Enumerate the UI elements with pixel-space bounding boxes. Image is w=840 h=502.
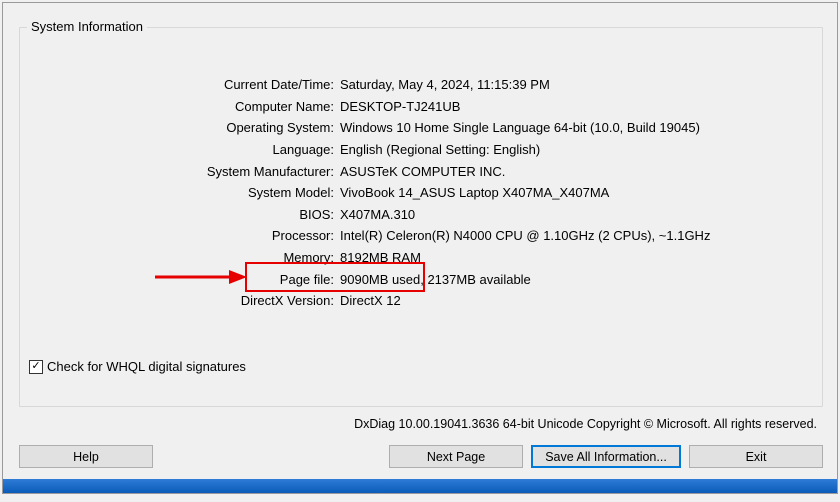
- info-value: English (Regional Setting: English): [340, 142, 540, 157]
- info-label: Memory:: [44, 250, 340, 265]
- info-row: Operating System:Windows 10 Home Single …: [44, 117, 808, 139]
- info-value: VivoBook 14_ASUS Laptop X407MA_X407MA: [340, 185, 609, 200]
- info-row: System Model:VivoBook 14_ASUS Laptop X40…: [44, 182, 808, 204]
- help-button[interactable]: Help: [19, 445, 153, 468]
- info-label: Computer Name:: [44, 99, 340, 114]
- info-label: Language:: [44, 142, 340, 157]
- dxdiag-window: System Information Current Date/Time:Sat…: [2, 2, 838, 494]
- info-label: System Manufacturer:: [44, 164, 340, 179]
- info-row: BIOS:X407MA.310: [44, 204, 808, 226]
- info-row: Page file:9090MB used, 2137MB available: [44, 268, 808, 290]
- info-value: X407MA.310: [340, 207, 415, 222]
- info-label: Processor:: [44, 228, 340, 243]
- info-label: System Model:: [44, 185, 340, 200]
- next-page-button[interactable]: Next Page: [389, 445, 523, 468]
- info-value: Windows 10 Home Single Language 64-bit (…: [340, 120, 700, 135]
- system-info-rows: Current Date/Time:Saturday, May 4, 2024,…: [44, 74, 808, 312]
- info-label: Current Date/Time:: [44, 77, 340, 92]
- info-value: DirectX 12: [340, 293, 401, 308]
- system-info-group: Current Date/Time:Saturday, May 4, 2024,…: [19, 27, 823, 407]
- button-bar: Help Next Page Save All Information... E…: [19, 445, 823, 471]
- info-label: DirectX Version:: [44, 293, 340, 308]
- info-row: Language:English (Regional Setting: Engl…: [44, 139, 808, 161]
- info-row: Current Date/Time:Saturday, May 4, 2024,…: [44, 74, 808, 96]
- group-title: System Information: [27, 19, 147, 34]
- taskbar: [3, 479, 837, 493]
- info-label: Operating System:: [44, 120, 340, 135]
- info-row: Processor:Intel(R) Celeron(R) N4000 CPU …: [44, 225, 808, 247]
- info-value: 8192MB RAM: [340, 250, 421, 265]
- info-label: Page file:: [44, 272, 340, 287]
- whql-checkbox-row[interactable]: ✓ Check for WHQL digital signatures: [29, 359, 246, 374]
- info-value: Intel(R) Celeron(R) N4000 CPU @ 1.10GHz …: [340, 228, 710, 243]
- info-row: Computer Name:DESKTOP-TJ241UB: [44, 96, 808, 118]
- info-value: ASUSTeK COMPUTER INC.: [340, 164, 505, 179]
- info-row: System Manufacturer:ASUSTeK COMPUTER INC…: [44, 160, 808, 182]
- info-row: DirectX Version:DirectX 12: [44, 290, 808, 312]
- info-value: Saturday, May 4, 2024, 11:15:39 PM: [340, 77, 550, 92]
- exit-button[interactable]: Exit: [689, 445, 823, 468]
- info-row: Memory:8192MB RAM: [44, 247, 808, 269]
- copyright-text: DxDiag 10.00.19041.3636 64-bit Unicode C…: [354, 417, 817, 431]
- info-label: BIOS:: [44, 207, 340, 222]
- info-value: 9090MB used, 2137MB available: [340, 272, 531, 287]
- save-all-button[interactable]: Save All Information...: [531, 445, 681, 468]
- info-value: DESKTOP-TJ241UB: [340, 99, 460, 114]
- whql-checkbox-label: Check for WHQL digital signatures: [47, 359, 246, 374]
- checkbox-icon[interactable]: ✓: [29, 360, 43, 374]
